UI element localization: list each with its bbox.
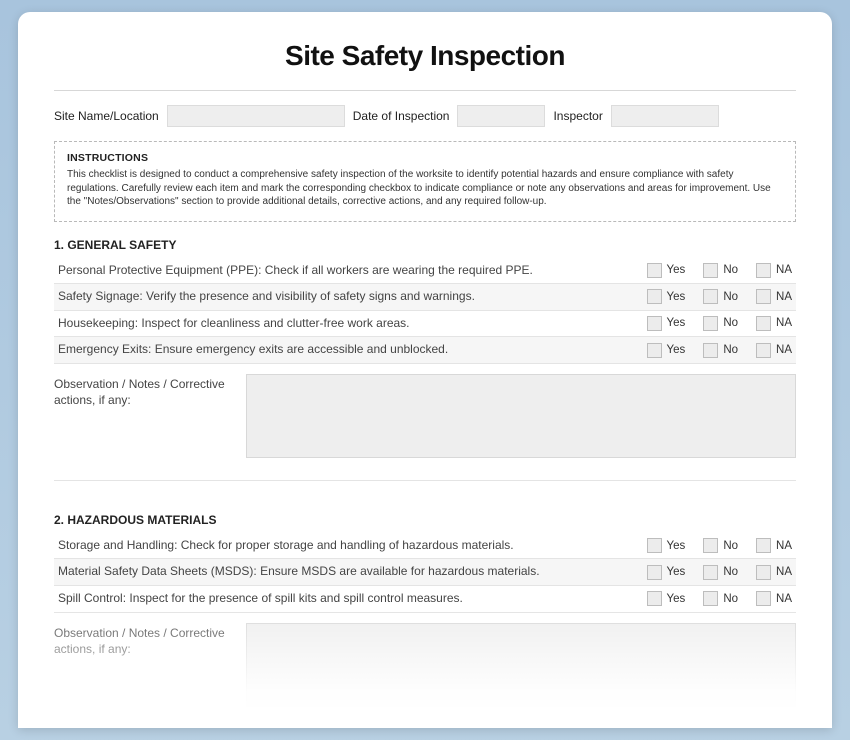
row-checks: Yes No NA [647, 591, 792, 606]
checkbox-icon [703, 538, 718, 553]
checkbox-icon [647, 565, 662, 580]
page-title: Site Safety Inspection [54, 40, 796, 72]
check-no[interactable]: No [703, 289, 738, 304]
inspector-input[interactable] [611, 105, 719, 127]
row-text: Housekeeping: Inspect for cleanliness an… [58, 316, 647, 332]
section-gap [54, 481, 796, 507]
form-page: Site Safety Inspection Site Name/Locatio… [18, 12, 832, 728]
checkbox-icon [647, 538, 662, 553]
checkbox-icon [647, 289, 662, 304]
check-na[interactable]: NA [756, 263, 792, 278]
site-input[interactable] [167, 105, 345, 127]
checklist-row: Personal Protective Equipment (PPE): Che… [54, 258, 796, 285]
checkbox-icon [647, 316, 662, 331]
checkbox-icon [703, 343, 718, 358]
row-text: Emergency Exits: Ensure emergency exits … [58, 342, 647, 358]
inspector-label: Inspector [553, 109, 602, 123]
row-checks: Yes No NA [647, 343, 792, 358]
notes-textarea[interactable] [246, 623, 796, 707]
instructions-box: INSTRUCTIONS This checklist is designed … [54, 141, 796, 222]
checkbox-icon [756, 565, 771, 580]
header-fields: Site Name/Location Date of Inspection In… [54, 105, 796, 127]
check-na[interactable]: NA [756, 343, 792, 358]
site-label: Site Name/Location [54, 109, 159, 123]
date-input[interactable] [457, 105, 545, 127]
notes-row: Observation / Notes / Corrective actions… [54, 613, 796, 728]
instructions-body: This checklist is designed to conduct a … [67, 168, 783, 209]
divider [54, 90, 796, 91]
check-no[interactable]: No [703, 316, 738, 331]
instructions-heading: INSTRUCTIONS [67, 152, 783, 164]
checkbox-icon [703, 565, 718, 580]
notes-label: Observation / Notes / Corrective actions… [54, 374, 234, 408]
row-checks: Yes No NA [647, 289, 792, 304]
check-na[interactable]: NA [756, 591, 792, 606]
checkbox-icon [703, 316, 718, 331]
checklist-row: Safety Signage: Verify the presence and … [54, 284, 796, 311]
notes-label: Observation / Notes / Corrective actions… [54, 623, 234, 657]
check-no[interactable]: No [703, 591, 738, 606]
check-na[interactable]: NA [756, 316, 792, 331]
row-text: Material Safety Data Sheets (MSDS): Ensu… [58, 564, 647, 580]
section-title: 2. HAZARDOUS MATERIALS [54, 513, 796, 527]
checkbox-icon [703, 263, 718, 278]
check-na[interactable]: NA [756, 538, 792, 553]
checkbox-icon [756, 538, 771, 553]
checkbox-icon [647, 591, 662, 606]
check-na[interactable]: NA [756, 565, 792, 580]
check-no[interactable]: No [703, 263, 738, 278]
checkbox-icon [703, 289, 718, 304]
checklist-row: Storage and Handling: Check for proper s… [54, 533, 796, 560]
checkbox-icon [756, 316, 771, 331]
checkbox-icon [756, 289, 771, 304]
check-yes[interactable]: Yes [647, 343, 686, 358]
date-label: Date of Inspection [353, 109, 450, 123]
check-yes[interactable]: Yes [647, 538, 686, 553]
check-no[interactable]: No [703, 343, 738, 358]
checkbox-icon [647, 263, 662, 278]
row-text: Spill Control: Inspect for the presence … [58, 591, 647, 607]
check-no[interactable]: No [703, 538, 738, 553]
check-na[interactable]: NA [756, 289, 792, 304]
checkbox-icon [703, 591, 718, 606]
row-checks: Yes No NA [647, 565, 792, 580]
checklist-row: Emergency Exits: Ensure emergency exits … [54, 337, 796, 364]
check-yes[interactable]: Yes [647, 316, 686, 331]
row-checks: Yes No NA [647, 538, 792, 553]
notes-row: Observation / Notes / Corrective actions… [54, 364, 796, 481]
row-checks: Yes No NA [647, 263, 792, 278]
row-checks: Yes No NA [647, 316, 792, 331]
checklist-row: Spill Control: Inspect for the presence … [54, 586, 796, 613]
row-text: Safety Signage: Verify the presence and … [58, 289, 647, 305]
check-yes[interactable]: Yes [647, 289, 686, 304]
row-text: Storage and Handling: Check for proper s… [58, 538, 647, 554]
page-inner: Site Safety Inspection Site Name/Locatio… [18, 12, 832, 728]
check-no[interactable]: No [703, 565, 738, 580]
checkbox-icon [756, 263, 771, 278]
check-yes[interactable]: Yes [647, 263, 686, 278]
row-text: Personal Protective Equipment (PPE): Che… [58, 263, 647, 279]
notes-textarea[interactable] [246, 374, 796, 458]
checkbox-icon [647, 343, 662, 358]
check-yes[interactable]: Yes [647, 565, 686, 580]
checklist-row: Material Safety Data Sheets (MSDS): Ensu… [54, 559, 796, 586]
checklist-row: Housekeeping: Inspect for cleanliness an… [54, 311, 796, 338]
check-yes[interactable]: Yes [647, 591, 686, 606]
checkbox-icon [756, 343, 771, 358]
section-title: 1. GENERAL SAFETY [54, 238, 796, 252]
checkbox-icon [756, 591, 771, 606]
